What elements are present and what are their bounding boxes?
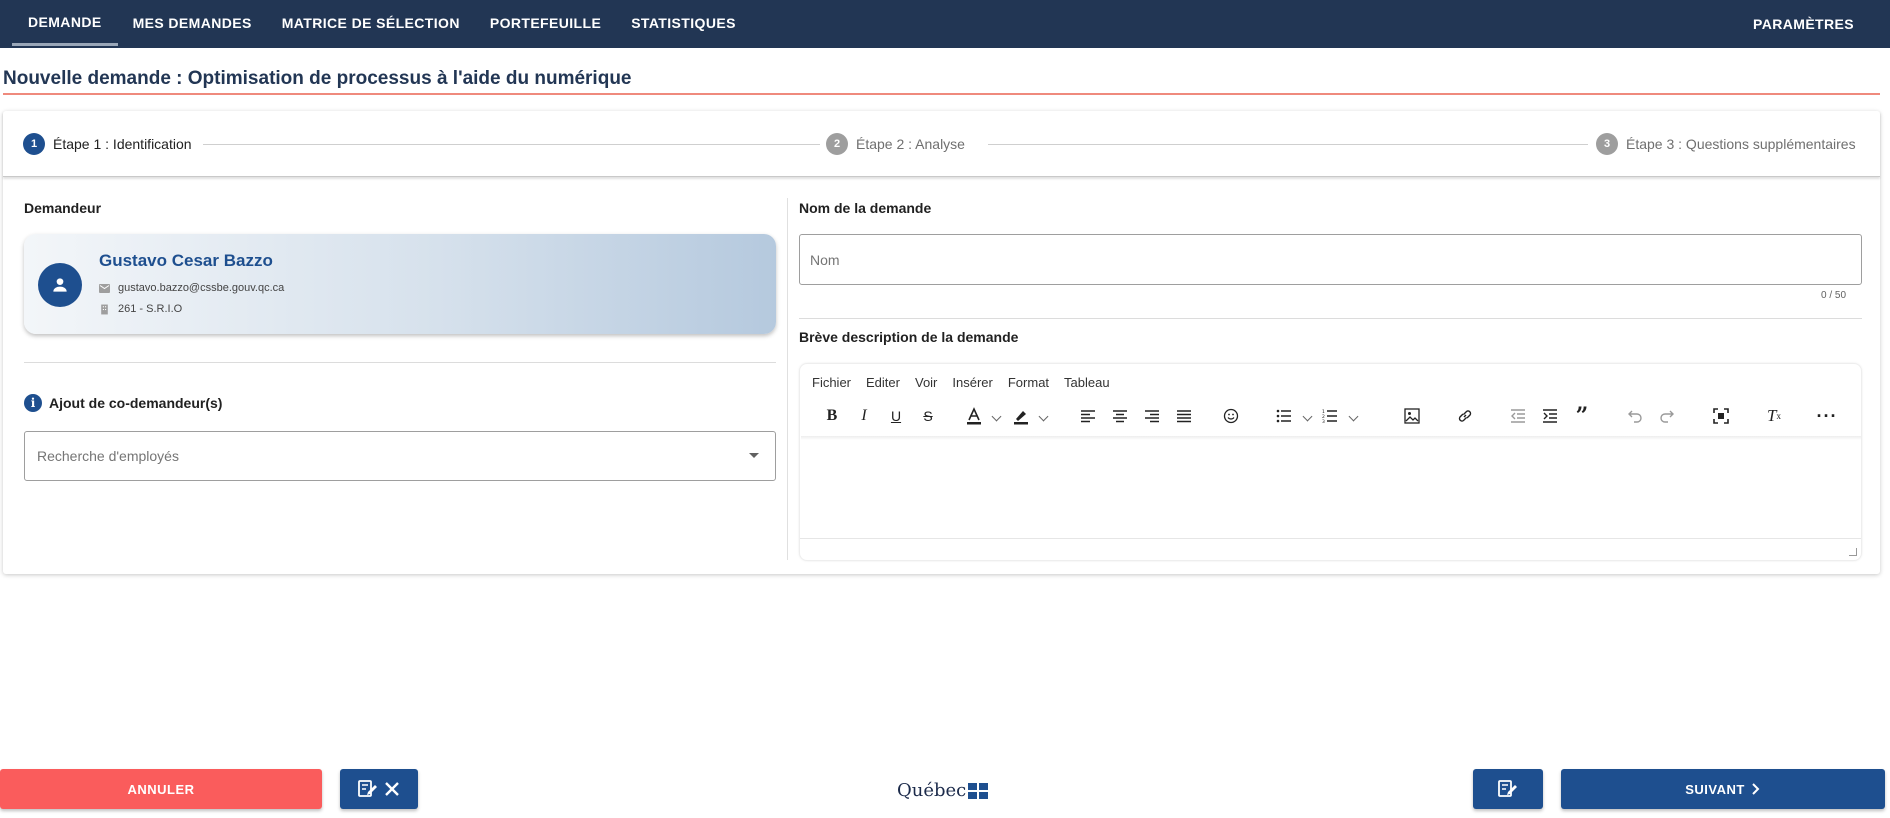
editor-menubar: Fichier Editer Voir Insérer Format Table…	[812, 375, 1125, 390]
page-title: Nouvelle demande : Optimisation de proce…	[3, 68, 632, 89]
column-divider	[787, 198, 788, 560]
link-icon[interactable]	[1451, 400, 1479, 432]
bold-icon[interactable]: B	[818, 400, 846, 432]
next-button-label: SUIVANT	[1685, 781, 1745, 797]
top-navigation: DEMANDE MES DEMANDES MATRICE DE SÉLECTIO…	[0, 0, 1890, 48]
menu-format[interactable]: Format	[1008, 375, 1049, 390]
right-divider	[799, 318, 1862, 319]
requester-email: gustavo.bazzo@cssbe.gouv.qc.ca	[118, 282, 285, 294]
step-1-label: Étape 1 : Identification	[53, 136, 192, 152]
info-icon: i	[24, 394, 42, 412]
tab-demande[interactable]: DEMANDE	[12, 0, 118, 46]
clear-formatting-icon[interactable]: Tx	[1760, 400, 1788, 432]
step-2[interactable]: 2 Étape 2 : Analyse	[826, 133, 965, 155]
building-icon	[101, 304, 108, 314]
tab-portefeuille[interactable]: PORTEFEUILLE	[475, 0, 616, 46]
step-1[interactable]: 1 Étape 1 : Identification	[23, 133, 192, 155]
svg-text:3: 3	[1322, 419, 1325, 423]
requester-department-row: 261 - S.R.I.O	[99, 303, 182, 315]
rich-text-editor[interactable]: Fichier Editer Voir Insérer Format Table…	[799, 363, 1862, 561]
redo-icon[interactable]	[1653, 400, 1681, 432]
request-name-label: Nom de la demande	[799, 200, 932, 216]
menu-tableau[interactable]: Tableau	[1064, 375, 1110, 390]
tab-mes-demandes[interactable]: MES DEMANDES	[118, 0, 267, 46]
highlight-color-icon[interactable]	[1007, 400, 1035, 432]
chevron-right-icon	[1752, 783, 1760, 795]
align-justify-icon[interactable]	[1170, 400, 1198, 432]
step-3[interactable]: 3 Étape 3 : Questions supplémentaires	[1596, 133, 1856, 155]
next-button[interactable]: SUIVANT	[1561, 769, 1885, 809]
menu-voir[interactable]: Voir	[915, 375, 937, 390]
bullet-list-icon[interactable]	[1270, 400, 1298, 432]
request-name-input[interactable]: Nom	[799, 234, 1862, 285]
outdent-icon[interactable]	[1504, 400, 1532, 432]
resize-handle-icon[interactable]	[1849, 548, 1857, 556]
step-1-number: 1	[23, 133, 45, 155]
menu-inserer[interactable]: Insérer	[952, 375, 992, 390]
tab-statistiques[interactable]: STATISTIQUES	[616, 0, 751, 46]
menu-editer[interactable]: Editer	[866, 375, 900, 390]
strikethrough-icon[interactable]: S	[914, 400, 942, 432]
step-connector-1	[203, 144, 820, 145]
employee-search-placeholder: Recherche d'employés	[37, 448, 179, 464]
emoji-icon[interactable]	[1217, 400, 1245, 432]
settings-link[interactable]: PARAMÈTRES	[1743, 0, 1890, 48]
edit-note-icon	[358, 780, 377, 797]
step-2-label: Étape 2 : Analyse	[856, 136, 965, 152]
discard-draft-button[interactable]	[340, 769, 418, 809]
step-3-label: Étape 3 : Questions supplémentaires	[1626, 136, 1856, 152]
dropdown-arrow-icon[interactable]	[749, 453, 759, 458]
request-name-placeholder: Nom	[810, 251, 840, 268]
save-draft-button[interactable]	[1473, 769, 1543, 809]
blockquote-icon[interactable]: ”	[1568, 400, 1596, 432]
edit-note-icon	[1498, 780, 1517, 797]
person-icon	[38, 263, 82, 307]
editor-toolbar-shadow	[801, 436, 1861, 440]
stepper: 1 Étape 1 : Identification 2 Étape 2 : A…	[3, 111, 1880, 177]
title-divider	[3, 93, 1880, 95]
step-3-number: 3	[1596, 133, 1618, 155]
menu-fichier[interactable]: Fichier	[812, 375, 851, 390]
indent-icon[interactable]	[1536, 400, 1564, 432]
description-label: Brève description de la demande	[799, 329, 1019, 345]
requester-name: Gustavo Cesar Bazzo	[99, 251, 273, 270]
requester-card: Gustavo Cesar Bazzo gustavo.bazzo@cssbe.…	[24, 234, 776, 334]
numbered-list-chevron-icon[interactable]	[1348, 411, 1359, 422]
tab-matrice-selection[interactable]: MATRICE DE SÉLECTION	[267, 0, 475, 46]
quebec-logo: Québec	[897, 780, 989, 801]
text-color-chevron-icon[interactable]	[991, 411, 1002, 422]
more-options-icon[interactable]: ···	[1813, 400, 1841, 432]
align-right-icon[interactable]	[1138, 400, 1166, 432]
highlight-chevron-icon[interactable]	[1038, 411, 1049, 422]
editor-toolbar: B I U S 1 2 3 ” T x ···	[810, 400, 1850, 432]
requester-department: 261 - S.R.I.O	[118, 303, 183, 315]
image-icon[interactable]	[1398, 400, 1426, 432]
co-requesters-label: Ajout de co-demandeur(s)	[49, 395, 223, 411]
fleur-de-lis-flag-icon	[968, 782, 989, 799]
character-counter: 0 / 50	[1821, 290, 1847, 301]
editor-statusbar	[800, 538, 1861, 560]
underline-icon[interactable]: U	[882, 400, 910, 432]
step-2-number: 2	[826, 133, 848, 155]
requester-label: Demandeur	[24, 200, 102, 216]
left-divider	[24, 362, 776, 363]
mail-icon	[99, 283, 110, 293]
employee-search-select[interactable]: Recherche d'employés	[24, 431, 776, 481]
bullet-list-chevron-icon[interactable]	[1302, 411, 1313, 422]
italic-icon[interactable]: I	[850, 400, 878, 432]
align-center-icon[interactable]	[1106, 400, 1134, 432]
text-color-icon[interactable]	[960, 400, 988, 432]
form-card: 1 Étape 1 : Identification 2 Étape 2 : A…	[3, 111, 1880, 574]
cancel-button[interactable]: ANNULER	[0, 769, 322, 809]
step-connector-2	[988, 144, 1588, 145]
numbered-list-icon[interactable]: 123	[1316, 400, 1344, 432]
fullscreen-icon[interactable]	[1707, 400, 1735, 432]
undo-icon[interactable]	[1621, 400, 1649, 432]
align-left-icon[interactable]	[1074, 400, 1102, 432]
logo-text: Québec	[897, 780, 967, 801]
requester-email-row: gustavo.bazzo@cssbe.gouv.qc.ca	[99, 282, 284, 294]
close-icon	[385, 782, 399, 796]
